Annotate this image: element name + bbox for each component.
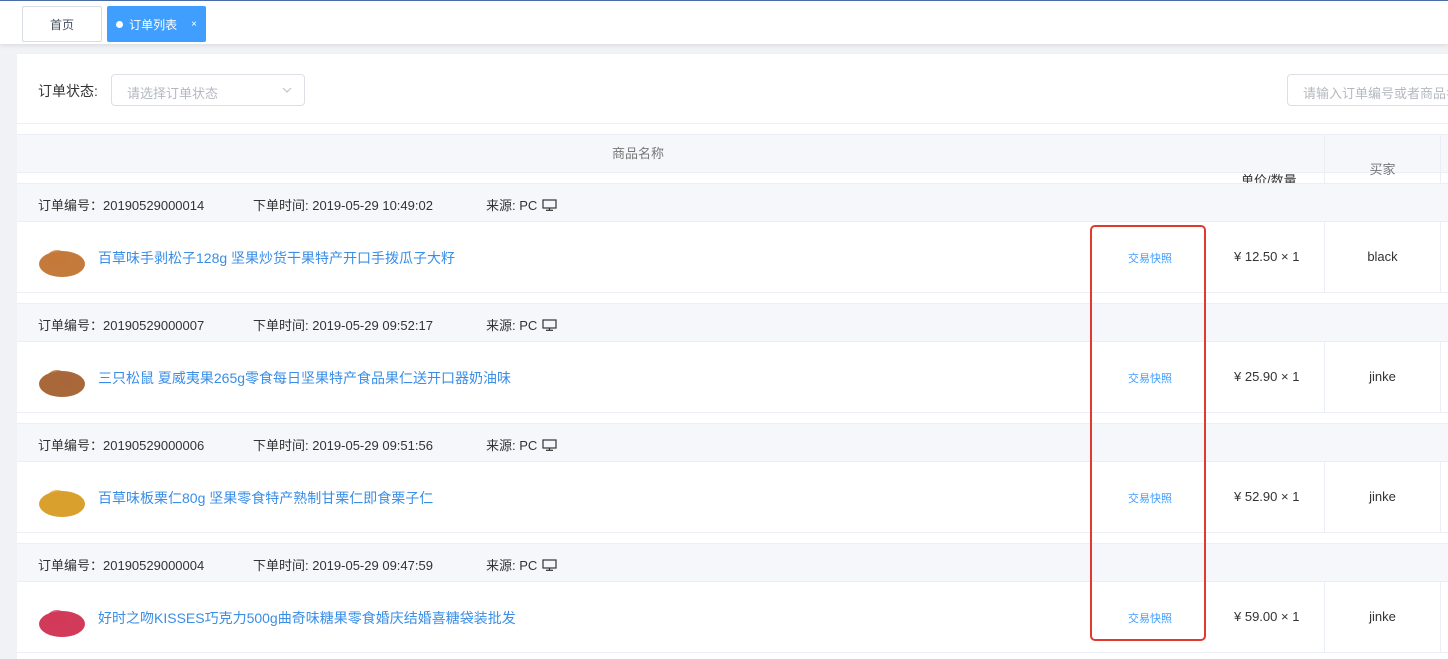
- monitor-icon: [542, 198, 557, 211]
- product-thumbnail: [39, 490, 85, 517]
- order-time: 下单时间: 2019-05-29 10:49:02: [253, 198, 433, 213]
- table-header: 商品名称 单价/数量 买家: [17, 134, 1448, 205]
- status-select[interactable]: 请选择订单状态: [111, 74, 305, 106]
- trade-snapshot-link[interactable]: 交易快照: [1128, 490, 1172, 506]
- order-source: 来源: PC: [486, 195, 557, 214]
- buyer-name: black: [1324, 222, 1441, 292]
- order-source: 来源: PC: [486, 315, 557, 334]
- order-source: 来源: PC: [486, 435, 557, 454]
- table-row: 好时之吻KISSES巧克力500g曲奇味糖果零食婚庆结婚喜糖袋装批发 交易快照 …: [17, 582, 1448, 653]
- order-header: 订单编号：20190529000004 下单时间: 2019-05-29 09:…: [17, 543, 1448, 582]
- order-source-text: 来源: PC: [486, 318, 538, 333]
- unit-price-quantity: ¥ 25.90 × 1: [1234, 369, 1300, 384]
- monitor-icon: [542, 438, 557, 451]
- col-product-name: 商品名称: [612, 146, 665, 161]
- order-source-text: 来源: PC: [486, 558, 538, 573]
- order-id: 订单编号：20190529000004: [38, 558, 205, 573]
- tab-order-list[interactable]: 订单列表 ×: [107, 6, 206, 42]
- active-dot-icon: [116, 20, 124, 28]
- product-thumbnail: [39, 250, 85, 277]
- order-header: 订单编号：20190529000014 下单时间: 2019-05-29 10:…: [17, 183, 1448, 222]
- buyer-name: jinke: [1324, 582, 1441, 652]
- order-time: 下单时间: 2019-05-29 09:51:56: [253, 438, 433, 453]
- status-filter-label: 订单状态:: [38, 83, 98, 99]
- tab-home-label: 首页: [49, 17, 74, 32]
- monitor-icon: [542, 318, 557, 331]
- product-thumbnail: [39, 610, 85, 637]
- search-placeholder: 请输入订单编号或者商品名称: [1303, 86, 1448, 101]
- status-select-placeholder: 请选择订单状态: [127, 86, 219, 101]
- order-time: 下单时间: 2019-05-29 09:52:17: [253, 318, 433, 333]
- table-row: 百草味手剥松子128g 坚果炒货干果特产开口手拨瓜子大籽 交易快照 ¥ 12.5…: [17, 222, 1448, 293]
- monitor-icon: [542, 558, 557, 571]
- tabs-bar: 首页 订单列表 ×: [0, 0, 1448, 44]
- order-panel: 订单状态: 请选择订单状态 请输入订单编号或者商品名称 商品名称 单价/数量 买…: [17, 54, 1448, 659]
- order-header: 订单编号：20190529000006 下单时间: 2019-05-29 09:…: [17, 423, 1448, 462]
- close-icon[interactable]: ×: [191, 19, 197, 30]
- product-name-link[interactable]: 百草味板栗仁80g 坚果零食特产熟制甘栗仁即食栗子仁: [98, 488, 433, 508]
- trade-snapshot-link[interactable]: 交易快照: [1128, 250, 1172, 266]
- product-thumbnail: [39, 370, 85, 397]
- order-id: 订单编号：20190529000006: [38, 438, 205, 453]
- buyer-name: jinke: [1324, 462, 1441, 532]
- order-source-text: 来源: PC: [486, 198, 538, 213]
- trade-snapshot-link[interactable]: 交易快照: [1128, 610, 1172, 626]
- order-id: 订单编号：20190529000014: [38, 198, 205, 213]
- table-row: 百草味板栗仁80g 坚果零食特产熟制甘栗仁即食栗子仁 交易快照 ¥ 52.90 …: [17, 462, 1448, 533]
- search-input[interactable]: 请输入订单编号或者商品名称: [1287, 74, 1448, 106]
- order-source: 来源: PC: [486, 555, 557, 574]
- order-time: 下单时间: 2019-05-29 09:47:59: [253, 558, 433, 573]
- unit-price-quantity: ¥ 52.90 × 1: [1234, 489, 1300, 504]
- buyer-name: jinke: [1324, 342, 1441, 412]
- unit-price-quantity: ¥ 12.50 × 1: [1234, 249, 1300, 264]
- table-row: 三只松鼠 夏威夷果265g零食每日坚果特产食品果仁送开口器奶油味 交易快照 ¥ …: [17, 342, 1448, 413]
- tab-home[interactable]: 首页: [22, 6, 102, 42]
- product-name-link[interactable]: 百草味手剥松子128g 坚果炒货干果特产开口手拨瓜子大籽: [98, 248, 455, 268]
- product-name-link[interactable]: 三只松鼠 夏威夷果265g零食每日坚果特产食品果仁送开口器奶油味: [98, 368, 511, 388]
- chevron-down-icon: [282, 87, 292, 93]
- order-header: 订单编号：20190529000007 下单时间: 2019-05-29 09:…: [17, 303, 1448, 342]
- order-source-text: 来源: PC: [486, 438, 538, 453]
- order-id: 订单编号：20190529000007: [38, 318, 205, 333]
- unit-price-quantity: ¥ 59.00 × 1: [1234, 609, 1300, 624]
- trade-snapshot-link[interactable]: 交易快照: [1128, 370, 1172, 386]
- product-name-link[interactable]: 好时之吻KISSES巧克力500g曲奇味糖果零食婚庆结婚喜糖袋装批发: [98, 608, 516, 628]
- tab-order-list-label: 订单列表: [129, 17, 178, 32]
- filter-row: 订单状态: 请选择订单状态 请输入订单编号或者商品名称: [17, 54, 1448, 124]
